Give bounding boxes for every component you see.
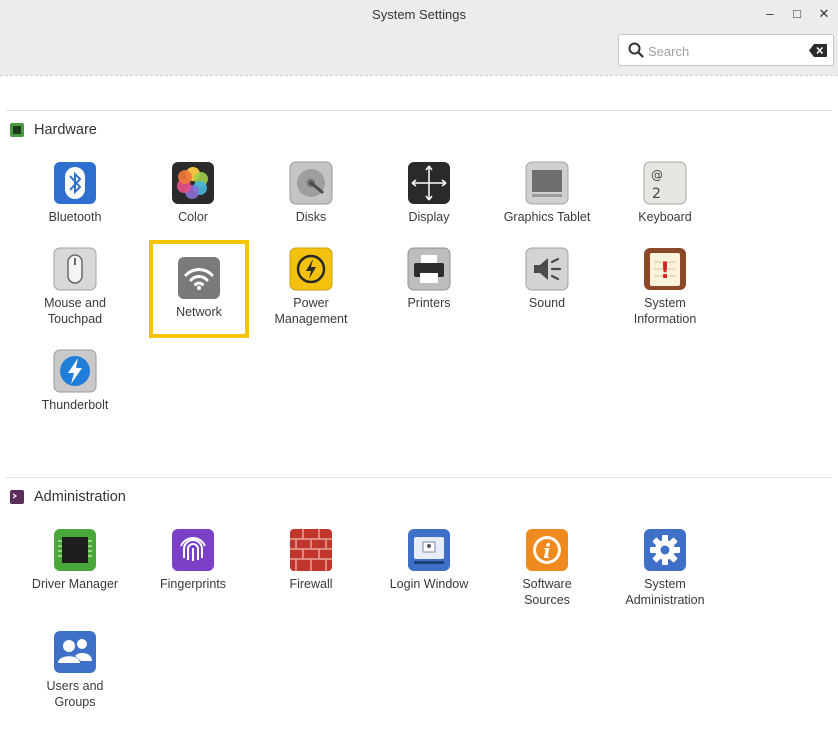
sound-icon — [525, 247, 569, 291]
driver-manager-item[interactable]: Driver Manager — [16, 528, 134, 592]
driver-manager-label: Driver Manager — [31, 577, 119, 591]
title-bar: System Settings – □ ✕ — [0, 0, 838, 75]
sound-label: Sound — [528, 296, 566, 310]
section-divider — [6, 477, 832, 478]
mouse-icon — [53, 247, 97, 291]
thunderbolt-label: Thunderbolt — [41, 398, 109, 412]
printers-item[interactable]: Printers — [370, 247, 488, 311]
network-highlight — [149, 240, 249, 338]
firewall-label: Firewall — [289, 577, 333, 591]
power-icon — [289, 247, 333, 291]
login-window-item[interactable]: Login Window — [370, 528, 488, 592]
disks-item[interactable]: Disks — [252, 161, 370, 225]
graphics-tablet-label: Graphics Tablet — [503, 210, 591, 224]
toolbar-separator — [0, 75, 838, 76]
thunderbolt-item[interactable]: Thunderbolt — [16, 349, 134, 413]
system-information-label: System Information — [633, 296, 697, 326]
firewall-icon — [290, 529, 332, 571]
bluetooth-icon — [54, 162, 96, 204]
svg-text:@: @ — [651, 168, 663, 182]
search-box — [618, 34, 834, 66]
printer-icon — [407, 247, 451, 291]
close-button[interactable]: ✕ — [815, 5, 833, 23]
maximize-button[interactable]: □ — [788, 5, 806, 23]
gear-icon — [644, 529, 686, 571]
fingerprints-label: Fingerprints — [160, 577, 226, 591]
hardware-section-title: Hardware — [34, 122, 97, 138]
bluetooth-label: Bluetooth — [48, 210, 102, 224]
printers-label: Printers — [407, 296, 451, 310]
system-administration-label: System Administration — [625, 577, 705, 607]
graphics-tablet-item[interactable]: Graphics Tablet — [488, 161, 606, 225]
power-management-item[interactable]: Power Management — [252, 247, 370, 327]
clear-search-icon[interactable] — [809, 44, 827, 57]
users-groups-label: Users and Groups — [46, 679, 104, 709]
graphics-tablet-icon — [525, 161, 569, 205]
users-groups-item[interactable]: Users and Groups — [16, 630, 134, 710]
display-label: Display — [408, 210, 450, 224]
administration-section-icon — [10, 490, 24, 504]
color-item[interactable]: Color — [134, 161, 252, 225]
users-icon — [54, 631, 96, 673]
software-sources-item[interactable]: i Software Sources — [488, 528, 606, 608]
sound-item[interactable]: Sound — [488, 247, 606, 311]
display-icon — [408, 162, 450, 204]
fingerprint-icon — [172, 529, 214, 571]
driver-manager-icon — [54, 529, 96, 571]
svg-text:i: i — [543, 539, 551, 563]
software-sources-icon: i — [526, 529, 568, 571]
system-information-item[interactable]: ! System Information — [606, 247, 724, 327]
keyboard-label: Keyboard — [638, 210, 692, 224]
power-management-label: Power Management — [274, 296, 348, 326]
svg-text:2: 2 — [652, 186, 661, 202]
keyboard-icon: @ 2 — [643, 161, 687, 205]
software-sources-label: Software Sources — [522, 577, 572, 607]
color-icon — [172, 162, 214, 204]
system-administration-item[interactable]: System Administration — [606, 528, 724, 608]
login-window-label: Login Window — [389, 577, 469, 591]
color-label: Color — [178, 210, 208, 224]
display-item[interactable]: Display — [370, 161, 488, 225]
system-information-icon: ! — [644, 248, 686, 290]
disks-label: Disks — [295, 210, 327, 224]
bluetooth-item[interactable]: Bluetooth — [16, 161, 134, 225]
login-window-icon — [408, 529, 450, 571]
mouse-touchpad-item[interactable]: Mouse and Touchpad — [16, 247, 134, 327]
administration-section-title: Administration — [34, 489, 126, 505]
keyboard-item[interactable]: @ 2 Keyboard — [606, 161, 724, 225]
mouse-touchpad-label: Mouse and Touchpad — [44, 296, 106, 326]
firewall-item[interactable]: Firewall — [252, 528, 370, 592]
window-title: System Settings — [372, 7, 466, 22]
hardware-section-icon — [10, 123, 24, 137]
svg-text:!: ! — [660, 259, 670, 284]
thunderbolt-icon — [53, 349, 97, 393]
disks-icon — [289, 161, 333, 205]
search-input[interactable] — [648, 41, 808, 61]
minimize-button[interactable]: – — [761, 5, 779, 23]
section-divider — [6, 110, 832, 111]
search-icon — [628, 42, 644, 58]
fingerprints-item[interactable]: Fingerprints — [134, 528, 252, 592]
